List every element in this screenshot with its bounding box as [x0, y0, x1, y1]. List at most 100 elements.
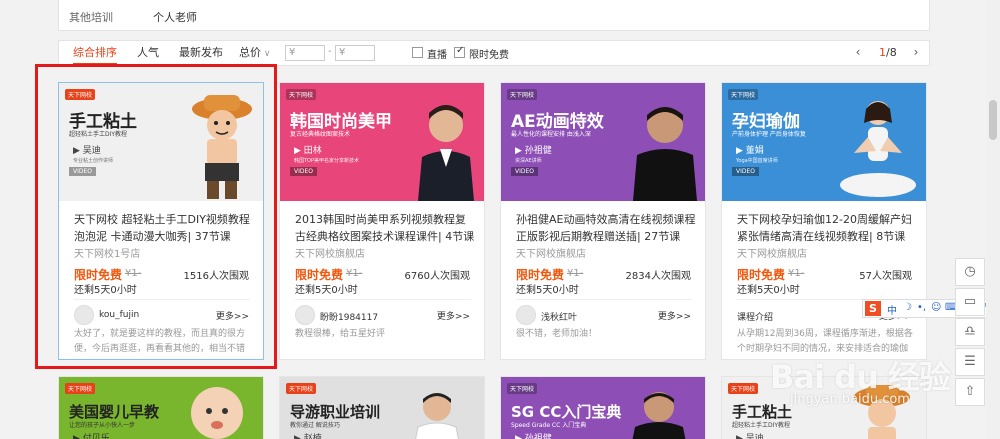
banner-subtitle: 教你通过 解说技巧 [290, 422, 340, 429]
banner-title: SG CC入门宝典 [511, 403, 622, 421]
divider [516, 299, 692, 300]
course-banner[interactable]: 天下网校 SG CC入门宝典 Speed Grade CC 入门宝典 ▶ 孙祖健 [501, 377, 705, 439]
brand-logo-icon: 天下网校 [507, 89, 538, 100]
page-scrollbar[interactable] [986, 0, 1000, 439]
course-title[interactable]: 天下网校孕妇瑜伽12-20周缓解产妇紧张情绪高清在线视频教程| 8节课 [737, 211, 917, 245]
document-icon[interactable]: ☰ [955, 348, 985, 376]
ime-mode-toggle[interactable]: 中 [887, 302, 897, 317]
banner-subtitle: Speed Grade CC 入门宝典 [511, 422, 587, 429]
view-count: 57人次围观 [859, 271, 912, 282]
category-filter-bar: 其他培训 个人老师 [58, 0, 930, 31]
free-label: 限时免费 [469, 50, 509, 61]
brand-logo-icon: 天下网校 [286, 383, 317, 394]
banner-teacher: ▶ 孙祖健 [515, 146, 552, 156]
brand-logo-icon: 天下网校 [728, 383, 759, 394]
live-label: 直播 [427, 50, 447, 61]
chevron-down-icon: ∨ [261, 49, 271, 59]
course-card[interactable]: 天下网校 导游职业培训 教你通过 解说技巧 ▶ 赵楠 [279, 376, 485, 439]
time-remaining: 还剩5天0小时 [295, 285, 358, 296]
price-min-input[interactable]: ¥ [285, 45, 325, 61]
divider [295, 299, 471, 300]
shop-name[interactable]: 天下网校旗舰店 [516, 245, 586, 260]
video-badge: VIDEO [290, 167, 318, 176]
banner-teacher: ▶ 付贝乐 [73, 434, 110, 439]
review-text: 很不错，老师加油！ [516, 329, 598, 339]
page-total: /8 [886, 46, 897, 59]
filter-option-personal-teacher[interactable]: 个人老师 [153, 9, 197, 25]
video-badge: VIDEO [511, 167, 539, 176]
original-price: ¥1- [346, 268, 363, 279]
brand-logo-icon: 天下网校 [65, 383, 96, 394]
view-count: 6760人次围观 [404, 271, 470, 282]
brand-logo-icon: 天下网校 [286, 89, 317, 100]
course-title[interactable]: 孙祖健AE动画特效高清在线视频课程正版影视后期教程赠送插| 27节课 [516, 211, 696, 245]
course-banner[interactable]: 天下网校 AE动画特效 最人性化的课程安排 由浅入深 ▶ 孙祖健 资深AE讲师 … [501, 83, 705, 201]
shop-name[interactable]: 天下网校旗舰店 [737, 245, 807, 260]
video-badge: VIDEO [732, 167, 760, 176]
course-banner[interactable]: 天下网校 孕妇瑜伽 产前身体护理 产后身体恢复 ▶ 董娟 Yoga中国首席讲师 … [722, 83, 926, 201]
page-indicator: 1/8 [879, 46, 897, 59]
review-text: 教程很棒，给五星好评 [295, 329, 386, 339]
teacher-photo-icon [415, 393, 459, 439]
time-remaining: 还剩5天0小时 [737, 285, 800, 296]
price-max-input[interactable]: ¥ [335, 45, 375, 61]
banner-teacher: ▶ 孙祖健 [515, 434, 552, 439]
filter-label: 其他培训 [69, 11, 113, 24]
course-intro-label: 课程介绍 [737, 313, 774, 323]
view-count: 2834人次围观 [625, 271, 691, 282]
banner-teacher: ▶ 董娟 [736, 146, 764, 156]
side-toolbar: ◷ ▭ ♎ ☰ ⇧ [955, 258, 985, 408]
free-checkbox[interactable] [454, 45, 465, 58]
course-card[interactable]: 天下网校 韩国时尚美甲 复古经典格纹图案技术 ▶ 田林 韩国TOP美甲名家分享新… [279, 82, 485, 360]
highlight-frame [35, 64, 277, 369]
scrollbar-thumb[interactable] [989, 100, 997, 140]
teacher-photo-icon [632, 392, 686, 439]
banner-teacher: ▶ 吴迪 [736, 434, 764, 439]
brand-logo-icon: 天下网校 [507, 383, 538, 394]
course-card[interactable]: 天下网校 SG CC入门宝典 Speed Grade CC 入门宝典 ▶ 孙祖健 [500, 376, 706, 439]
sort-price-label: 总价 [239, 46, 261, 59]
more-link[interactable]: 更多>> [437, 309, 470, 322]
more-link[interactable]: 更多>> [658, 309, 691, 322]
bookmark-icon[interactable]: ▭ [955, 288, 985, 316]
banner-title: 导游职业培训 [290, 403, 381, 421]
banner-teacher-desc: Yoga中国首席讲师 [736, 158, 778, 164]
history-icon[interactable]: ◷ [955, 258, 985, 286]
prev-page-icon[interactable]: ‹ [849, 44, 867, 62]
banner-teacher: ▶ 田林 [294, 146, 322, 156]
course-card[interactable]: 天下网校 美国婴儿早教 让您的孩子从小快人一步 ▶ 付贝乐 [58, 376, 264, 439]
course-banner[interactable]: 天下网校 导游职业培训 教你通过 解说技巧 ▶ 赵楠 [280, 377, 484, 439]
sort-popularity[interactable]: 人气 [137, 41, 159, 65]
teacher-photo-icon [633, 107, 697, 201]
page-current: 1 [879, 46, 886, 59]
course-card[interactable]: 天下网校 AE动画特效 最人性化的课程安排 由浅入深 ▶ 孙祖健 资深AE讲师 … [500, 82, 706, 360]
next-page-icon[interactable]: › [907, 44, 925, 62]
smiley-icon[interactable]: ☺ [931, 302, 941, 313]
sort-newest[interactable]: 最新发布 [179, 41, 223, 65]
brand-logo-icon: 天下网校 [728, 89, 759, 100]
ime-logo-icon[interactable]: S [865, 301, 881, 316]
baby-photo-icon [191, 387, 243, 439]
time-remaining: 还剩5天0小时 [516, 285, 579, 296]
sort-default[interactable]: 综合排序 [73, 41, 117, 65]
headset-icon[interactable]: ♎ [955, 318, 985, 346]
punctuation-icon[interactable]: •, [917, 302, 926, 313]
baidu-watermark-url: jingyan.baidu.com [790, 392, 910, 407]
sort-price[interactable]: 总价 ∨ [239, 41, 270, 65]
avatar [295, 305, 315, 325]
course-banner[interactable]: 天下网校 韩国时尚美甲 复古经典格纹图案技术 ▶ 田林 韩国TOP美甲名家分享新… [280, 83, 484, 201]
course-card[interactable]: 天下网校 孕妇瑜伽 产前身体护理 产后身体恢复 ▶ 董娟 Yoga中国首席讲师 … [721, 82, 927, 360]
page: 其他培训 个人老师 综合排序 人气 最新发布 总价 ∨ ¥ - ¥ 直播 限时免… [0, 0, 1000, 439]
sort-bar: 综合排序 人气 最新发布 总价 ∨ ¥ - ¥ 直播 限时免费 ‹ 1/8 › [58, 40, 930, 66]
banner-subtitle: 产前身体护理 产后身体恢复 [732, 131, 806, 138]
shop-name[interactable]: 天下网校旗舰店 [295, 245, 365, 260]
back-to-top-icon[interactable]: ⇧ [955, 378, 985, 406]
course-banner[interactable]: 天下网校 美国婴儿早教 让您的孩子从小快人一步 ▶ 付贝乐 [59, 377, 263, 439]
yoga-model-icon [840, 101, 916, 197]
price-separator: - [328, 46, 332, 57]
moon-icon[interactable]: ☽ [903, 302, 912, 313]
banner-subtitle: 超轻粘土手工DIY教程 [732, 422, 791, 429]
live-checkbox[interactable] [412, 47, 423, 58]
original-price: ¥1- [788, 268, 805, 279]
course-title[interactable]: 2013韩国时尚美甲系列视频教程复古经典格纹图案技术课程课件| 4节课 [295, 211, 475, 245]
